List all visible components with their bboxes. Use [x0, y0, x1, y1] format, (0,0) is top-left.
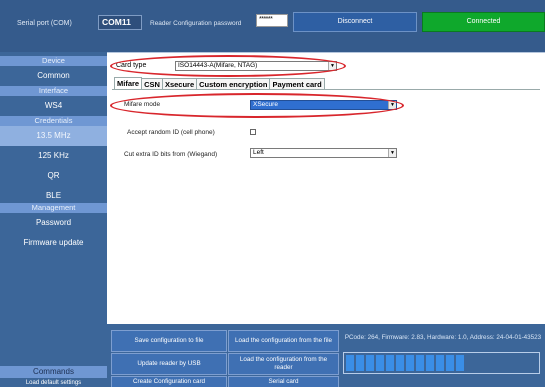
progress-cell: [426, 355, 434, 371]
sidebar-header-management: Management: [0, 203, 107, 213]
load-configuration-from-file-button[interactable]: Load the configuration from the file: [228, 330, 339, 352]
com-port-field[interactable]: COM11: [98, 15, 142, 30]
cut-extra-bits-select[interactable]: Left ▼: [250, 148, 397, 158]
card-type-select[interactable]: ISO14443-A(Mifare, NTAG) ▼: [175, 61, 337, 71]
connection-status-badge: Connected: [422, 12, 545, 32]
sidebar-item-13-5-mhz[interactable]: 13.5 MHz: [0, 126, 107, 146]
load-default-settings-link[interactable]: Load default settings: [0, 378, 107, 387]
commands-header: Commands: [0, 366, 107, 378]
progress-cell: [456, 355, 464, 371]
progress-cell: [356, 355, 364, 371]
serial-port-label: Serial port (COM): [17, 20, 72, 27]
accept-random-id-label: Accept random ID (cell phone): [127, 129, 215, 136]
sidebar-item-125-khz[interactable]: 125 KHz: [0, 146, 107, 166]
sidebar-item-qr[interactable]: QR: [0, 166, 107, 186]
mifare-mode-value: XSecure: [253, 101, 278, 108]
card-type-value: ISO14443-A(Mifare, NTAG): [178, 62, 258, 69]
sidebar-item-ws4[interactable]: WS4: [0, 96, 107, 116]
mifare-mode-label: Mifare mode: [124, 101, 161, 108]
disconnect-button[interactable]: Disconnect: [293, 12, 417, 32]
chevron-down-icon: ▼: [388, 101, 396, 109]
top-bar: Serial port (COM) COM11 Reader Configura…: [0, 0, 545, 52]
main-panel: [107, 52, 545, 324]
cut-extra-bits-value: Left: [253, 149, 264, 156]
progress-cell: [436, 355, 444, 371]
serial-card-button[interactable]: Serial card: [228, 376, 339, 387]
progress-cell: [416, 355, 424, 371]
tab-divider: [112, 89, 540, 90]
firmware-info-text: PCode: 264, Firmware: 2.83, Hardware: 1.…: [344, 334, 542, 341]
sidebar-item-common[interactable]: Common: [0, 66, 107, 86]
load-configuration-from-reader-button[interactable]: Load the configuration from the reader: [228, 353, 339, 375]
progress-cell: [406, 355, 414, 371]
reader-password-label: Reader Configuration password: [150, 20, 242, 27]
reader-password-input[interactable]: ******: [256, 14, 288, 27]
progress-bar: [343, 352, 540, 374]
update-reader-by-usb-button[interactable]: Update reader by USB: [111, 353, 227, 375]
chevron-down-icon: ▼: [328, 62, 336, 70]
card-type-label: Card type: [116, 62, 147, 69]
accept-random-id-checkbox[interactable]: [250, 129, 256, 135]
sidebar-item-password[interactable]: Password: [0, 213, 107, 233]
progress-cell: [386, 355, 394, 371]
sidebar-header-credentials: Credentials: [0, 116, 107, 126]
progress-cell: [366, 355, 374, 371]
progress-cell: [376, 355, 384, 371]
create-configuration-card-button[interactable]: Create Configuration card: [111, 376, 227, 387]
progress-cell: [396, 355, 404, 371]
mifare-mode-select[interactable]: XSecure ▼: [250, 100, 397, 110]
chevron-down-icon: ▼: [388, 149, 396, 157]
tab-bar: Mifare CSN Xsecure Custom encryption Payment…: [114, 77, 325, 90]
sidebar-header-interface: Interface: [0, 86, 107, 96]
sidebar-header-device: Device: [0, 56, 107, 66]
progress-cell: [446, 355, 454, 371]
progress-cell: [346, 355, 354, 371]
sidebar-item-firmware-update[interactable]: Firmware update: [0, 233, 107, 253]
save-configuration-to-file-button[interactable]: Save configuration to file: [111, 330, 227, 352]
cut-extra-bits-label: Cut extra ID bits from (Wiegand): [124, 151, 218, 158]
